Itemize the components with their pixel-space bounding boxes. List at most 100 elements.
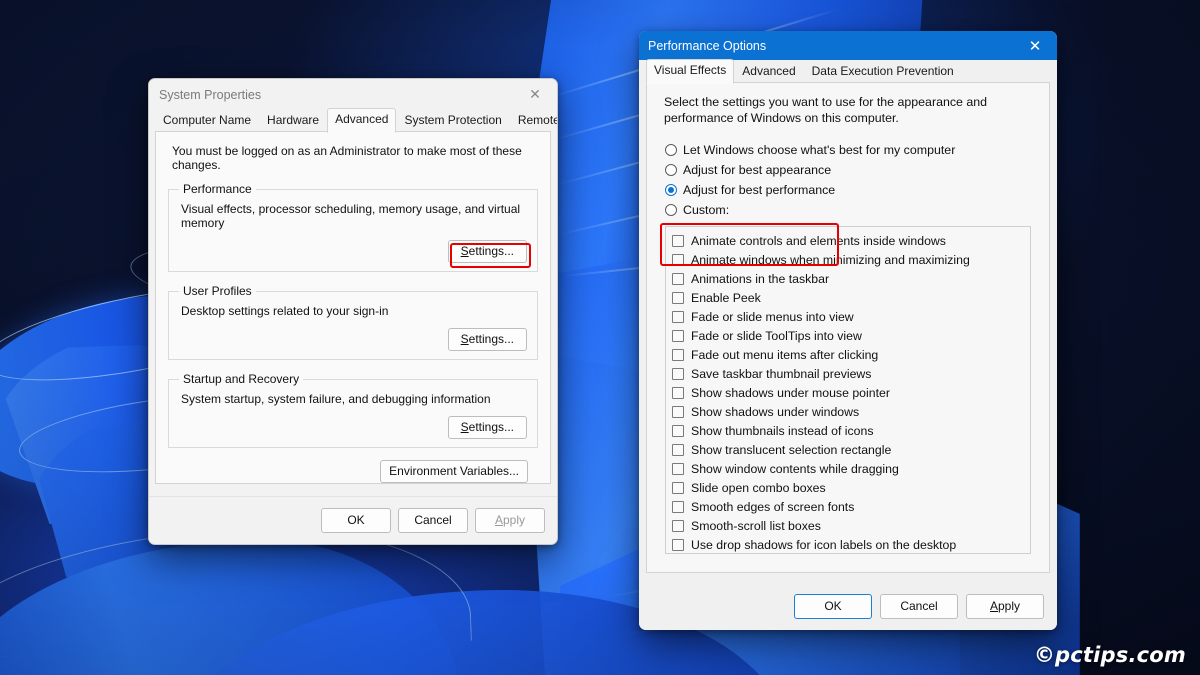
tab-computer-name[interactable]: Computer Name (155, 110, 259, 132)
radio-icon-selected (665, 184, 677, 196)
checkbox-row[interactable]: Animate windows when minimizing and maxi… (672, 250, 1026, 269)
radio-icon (665, 164, 677, 176)
performance-options-footer: OK Cancel Apply (639, 582, 1057, 630)
user-profiles-button-row: Settings... (179, 328, 527, 351)
tab-advanced[interactable]: Advanced (734, 61, 803, 83)
visual-effects-radio-group: Let Windows choose what's best for my co… (665, 140, 1035, 220)
checkbox-icon (672, 386, 684, 399)
checkbox-icon (672, 519, 684, 532)
checkbox-icon (672, 500, 684, 513)
checkbox-row[interactable]: Show shadows under mouse pointer (672, 383, 1026, 402)
checkbox-row[interactable]: Enable Peek (672, 288, 1026, 307)
tab-hardware[interactable]: Hardware (259, 110, 327, 132)
user-profiles-group: User Profiles Desktop settings related t… (168, 284, 538, 360)
checkbox-row[interactable]: Show translucent selection rectangle (672, 440, 1026, 459)
checkbox-label: Fade or slide ToolTips into view (691, 328, 862, 343)
user-profiles-group-description: Desktop settings related to your sign-in (181, 304, 389, 318)
system-properties-tabstrip: Computer Name Hardware Advanced System P… (149, 108, 557, 133)
radio-let-windows-choose[interactable]: Let Windows choose what's best for my co… (665, 140, 1035, 160)
checkbox-row[interactable]: Fade or slide ToolTips into view (672, 326, 1026, 345)
startup-recovery-group-legend: Startup and Recovery (183, 372, 300, 386)
system-properties-titlebar: System Properties ✕ (149, 79, 557, 110)
visual-effects-intro: Select the settings you want to use for … (664, 95, 988, 125)
checkbox-label: Slide open combo boxes (691, 480, 826, 495)
radio-label: Adjust for best appearance (683, 163, 832, 177)
performance-settings-button[interactable]: Settings... (447, 240, 527, 263)
radio-icon (665, 144, 677, 156)
checkbox-icon (672, 424, 684, 437)
checkbox-row[interactable]: Fade or slide menus into view (672, 307, 1026, 326)
checkbox-row[interactable]: Animations in the taskbar (672, 269, 1026, 288)
performance-options-titlebar: Performance Options ✕ (639, 31, 1057, 60)
startup-recovery-button-row: Settings... (179, 416, 527, 439)
radio-label: Custom: (683, 203, 730, 217)
tab-system-protection[interactable]: System Protection (396, 110, 509, 132)
visual-effects-tab-page: Select the settings you want to use for … (646, 83, 1050, 573)
close-icon[interactable]: ✕ (1013, 31, 1057, 60)
checkbox-row[interactable]: Animate controls and elements inside win… (672, 231, 1026, 250)
checkbox-label: Smooth-scroll list boxes (691, 518, 821, 533)
system-properties-cancel-button[interactable]: Cancel (398, 508, 468, 533)
checkbox-icon (672, 443, 684, 456)
radio-adjust-best-performance[interactable]: Adjust for best performance (665, 180, 1035, 200)
checkbox-row[interactable]: Smooth edges of screen fonts (672, 497, 1026, 516)
startup-recovery-settings-button[interactable]: Settings... (447, 416, 527, 439)
checkbox-icon (672, 367, 684, 380)
visual-effects-checkbox-list[interactable]: Animate controls and elements inside win… (665, 226, 1031, 554)
user-profiles-settings-button[interactable]: Settings... (447, 328, 527, 351)
advanced-tab-page: You must be logged on as an Administrato… (155, 132, 551, 484)
system-properties-footer: OK Cancel Apply (149, 496, 557, 544)
checkbox-row[interactable]: Smooth-scroll list boxes (672, 516, 1026, 535)
checkbox-icon (672, 405, 684, 418)
checkbox-label: Show thumbnails instead of icons (691, 423, 874, 438)
tab-remote[interactable]: Remote (510, 110, 557, 132)
checkbox-icon (672, 538, 684, 551)
tab-data-execution-prevention[interactable]: Data Execution Prevention (804, 61, 962, 83)
checkbox-row[interactable]: Slide open combo boxes (672, 478, 1026, 497)
environment-variables-button[interactable]: Environment Variables... (380, 460, 528, 483)
checkbox-row[interactable]: Use drop shadows for icon labels on the … (672, 535, 1026, 553)
radio-label: Let Windows choose what's best for my co… (683, 143, 956, 157)
checkbox-icon (672, 462, 684, 475)
checkbox-label: Fade or slide menus into view (691, 309, 854, 324)
checkbox-label: Enable Peek (691, 290, 761, 305)
close-icon[interactable]: ✕ (513, 79, 557, 110)
checkbox-label: Show translucent selection rectangle (691, 442, 892, 457)
checkbox-icon (672, 291, 684, 304)
checkbox-row[interactable]: Show shadows under windows (672, 402, 1026, 421)
system-properties-window: System Properties ✕ Computer Name Hardwa… (148, 78, 558, 545)
checkbox-label: Use drop shadows for icon labels on the … (691, 537, 957, 552)
checkbox-label: Save taskbar thumbnail previews (691, 366, 872, 381)
system-properties-apply-button: Apply (475, 508, 545, 533)
radio-custom[interactable]: Custom: (665, 200, 1035, 220)
radio-label: Adjust for best performance (683, 183, 836, 197)
checkbox-label: Show window contents while dragging (691, 461, 899, 476)
tab-advanced[interactable]: Advanced (327, 108, 397, 133)
performance-group-legend: Performance (183, 182, 252, 196)
environment-variables-row: Environment Variables... (168, 460, 528, 483)
checkbox-label: Animate controls and elements inside win… (691, 233, 946, 248)
checkbox-label: Animations in the taskbar (691, 271, 830, 286)
checkbox-icon (672, 310, 684, 323)
checkbox-row[interactable]: Save taskbar thumbnail previews (672, 364, 1026, 383)
tab-visual-effects[interactable]: Visual Effects (646, 59, 735, 84)
checkbox-icon (672, 272, 684, 285)
checkbox-label: Animate windows when minimizing and maxi… (691, 252, 970, 267)
checkbox-row[interactable]: Show window contents while dragging (672, 459, 1026, 478)
performance-options-cancel-button[interactable]: Cancel (880, 593, 958, 619)
performance-button-row: Settings... (179, 240, 527, 263)
performance-options-title: Performance Options (648, 38, 767, 53)
admin-note: You must be logged on as an Administrato… (172, 144, 522, 172)
radio-icon (665, 204, 677, 216)
performance-group-description: Visual effects, processor scheduling, me… (181, 202, 521, 230)
checkbox-icon (672, 234, 684, 247)
performance-options-apply-button[interactable]: Apply (966, 593, 1044, 619)
startup-recovery-group: Startup and Recovery System startup, sys… (168, 372, 538, 448)
system-properties-ok-button[interactable]: OK (321, 508, 391, 533)
checkbox-row[interactable]: Show thumbnails instead of icons (672, 421, 1026, 440)
startup-recovery-group-description: System startup, system failure, and debu… (181, 392, 491, 406)
performance-options-ok-button[interactable]: OK (794, 593, 872, 619)
radio-adjust-best-appearance[interactable]: Adjust for best appearance (665, 160, 1035, 180)
checkbox-row[interactable]: Fade out menu items after clicking (672, 345, 1026, 364)
checkbox-icon (672, 348, 684, 361)
